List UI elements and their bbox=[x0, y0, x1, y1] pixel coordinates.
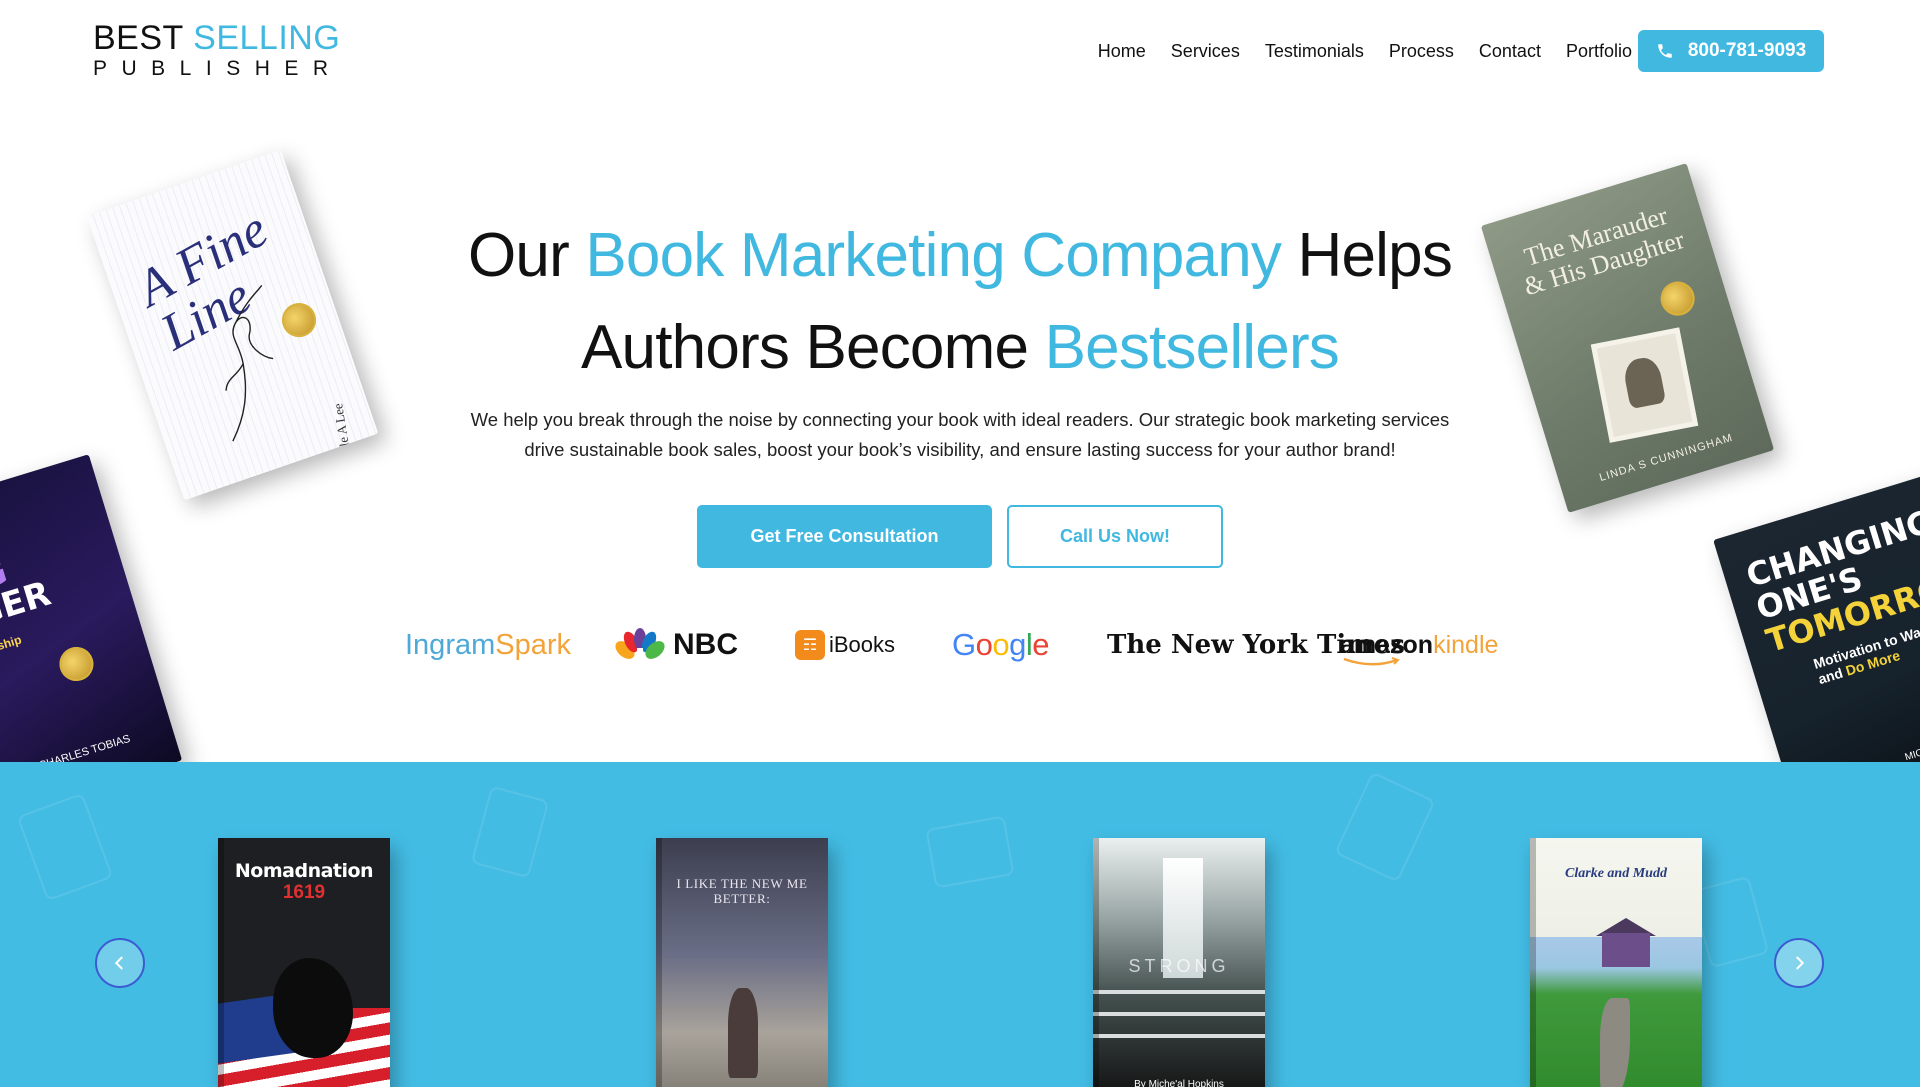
book-number: 1619 bbox=[282, 882, 326, 903]
amazon-wordmark: amazon bbox=[1340, 630, 1434, 665]
carousel-next-button[interactable] bbox=[1774, 938, 1824, 988]
ibooks-wordmark: iBooks bbox=[829, 632, 896, 657]
site-header: BEST SELLING PUBLISHER Home Services Tes… bbox=[0, 0, 1920, 100]
phone-icon bbox=[1656, 42, 1674, 60]
main-nav: Home Services Testimonials Process Conta… bbox=[1073, 41, 1632, 62]
logo-word-selling: SELLING bbox=[193, 19, 341, 57]
book-subtitle: ge Leadership bbox=[0, 632, 24, 669]
book-title: Nomadnation bbox=[234, 860, 374, 882]
book-spine bbox=[218, 838, 224, 1087]
carousel-book-strong[interactable]: STRONG By Miche'al Hopkins bbox=[1093, 838, 1265, 1087]
background-doodle bbox=[470, 785, 550, 879]
logo-word-publisher: PUBLISHER bbox=[93, 57, 343, 80]
book-icon: ☶ bbox=[795, 630, 825, 660]
road-illustration bbox=[1600, 998, 1630, 1087]
book-spine bbox=[1093, 838, 1099, 1087]
headline-highlight-1: Book Marketing Company bbox=[585, 221, 1282, 290]
google-letter: e bbox=[1032, 627, 1050, 662]
background-doodle bbox=[1334, 771, 1436, 883]
get-free-consultation-button[interactable]: Get Free Consultation bbox=[697, 505, 992, 568]
book-title: Clarke and Mudd bbox=[1565, 866, 1667, 881]
amazon-kindle-logo: amazon kindle bbox=[1340, 620, 1498, 670]
nav-contact[interactable]: Contact bbox=[1479, 41, 1541, 62]
headline-part-2: Helps bbox=[1281, 221, 1453, 290]
africa-silhouette bbox=[273, 958, 353, 1058]
book-author: MICHAEL CHARLE bbox=[1903, 727, 1920, 764]
ingramspark-logo-part-2: Spark bbox=[495, 628, 572, 661]
nbc-logo: NBC bbox=[615, 620, 738, 670]
background-doodle bbox=[925, 815, 1015, 889]
book-author: Carole A Lee bbox=[330, 402, 357, 473]
headline-part-1: Our bbox=[467, 221, 586, 290]
hero-subtitle: We help you break through the noise by c… bbox=[470, 409, 1450, 460]
amazon-smile-icon bbox=[1343, 656, 1400, 665]
phone-button[interactable]: 800-781-9093 bbox=[1638, 30, 1824, 72]
book-spine bbox=[656, 838, 662, 1087]
call-us-now-button[interactable]: Call Us Now! bbox=[1007, 505, 1223, 568]
nav-process[interactable]: Process bbox=[1389, 41, 1454, 62]
partner-logos: Ingram Spark NBC ☶ iBooks Google The New … bbox=[395, 620, 1575, 670]
nbc-wordmark: NBC bbox=[673, 628, 738, 661]
nav-testimonials[interactable]: Testimonials bbox=[1265, 41, 1364, 62]
ingramspark-logo-part-1: Ingram bbox=[405, 628, 496, 661]
chevron-left-icon bbox=[114, 956, 123, 970]
phone-number: 800-781-9093 bbox=[1687, 40, 1807, 61]
book-title: STRONG bbox=[1128, 956, 1230, 976]
carousel-prev-button[interactable] bbox=[95, 938, 145, 988]
nav-portfolio[interactable]: Portfolio bbox=[1566, 41, 1632, 62]
carousel-book-new-me[interactable]: I LIKE THE NEW ME BETTER: bbox=[656, 838, 828, 1087]
ingramspark-logo: Ingram Spark bbox=[405, 620, 571, 670]
house-illustration bbox=[1602, 933, 1650, 967]
ibooks-logo: ☶ iBooks bbox=[795, 620, 895, 670]
book-title: GING NAGER bbox=[0, 544, 55, 650]
chevron-right-icon bbox=[1796, 956, 1805, 970]
kindle-wordmark: kindle bbox=[1433, 630, 1499, 659]
logo-word-best: BEST bbox=[93, 19, 184, 57]
nav-home[interactable]: Home bbox=[1098, 41, 1146, 62]
woman-figure bbox=[728, 988, 758, 1078]
peacock-icon bbox=[615, 628, 665, 660]
book-title: I LIKE THE NEW ME BETTER: bbox=[676, 876, 808, 906]
nav-services[interactable]: Services bbox=[1171, 41, 1240, 62]
book-author: By Miche'al Hopkins bbox=[1134, 1079, 1224, 1087]
award-seal-icon bbox=[55, 642, 98, 686]
google-letter: G bbox=[952, 627, 976, 662]
background-doodle bbox=[1690, 875, 1770, 969]
brand-logo[interactable]: BEST SELLING PUBLISHER bbox=[93, 20, 343, 81]
bridge-lines bbox=[1093, 990, 1265, 1050]
google-books-logo: Google bbox=[952, 620, 1050, 670]
book-spine bbox=[1530, 838, 1536, 1087]
google-letter: o bbox=[975, 627, 993, 662]
carousel-book-clarke-and-mudd[interactable]: Clarke and Mudd bbox=[1530, 838, 1702, 1087]
headline-part-3: Authors Become bbox=[581, 313, 1045, 382]
amazon-wordmark-text: amazon bbox=[1340, 630, 1434, 659]
carousel-book-nomadnation[interactable]: Nomadnation 1619 bbox=[218, 838, 390, 1087]
hero-headline: Our Book Marketing Company Helps Authors… bbox=[0, 210, 1920, 394]
google-letter: g bbox=[1009, 627, 1026, 662]
logo-line-1: BEST SELLING bbox=[93, 20, 343, 56]
headline-highlight-2: Bestsellers bbox=[1044, 313, 1340, 382]
background-doodle bbox=[16, 792, 114, 902]
google-letter: o bbox=[992, 627, 1010, 662]
